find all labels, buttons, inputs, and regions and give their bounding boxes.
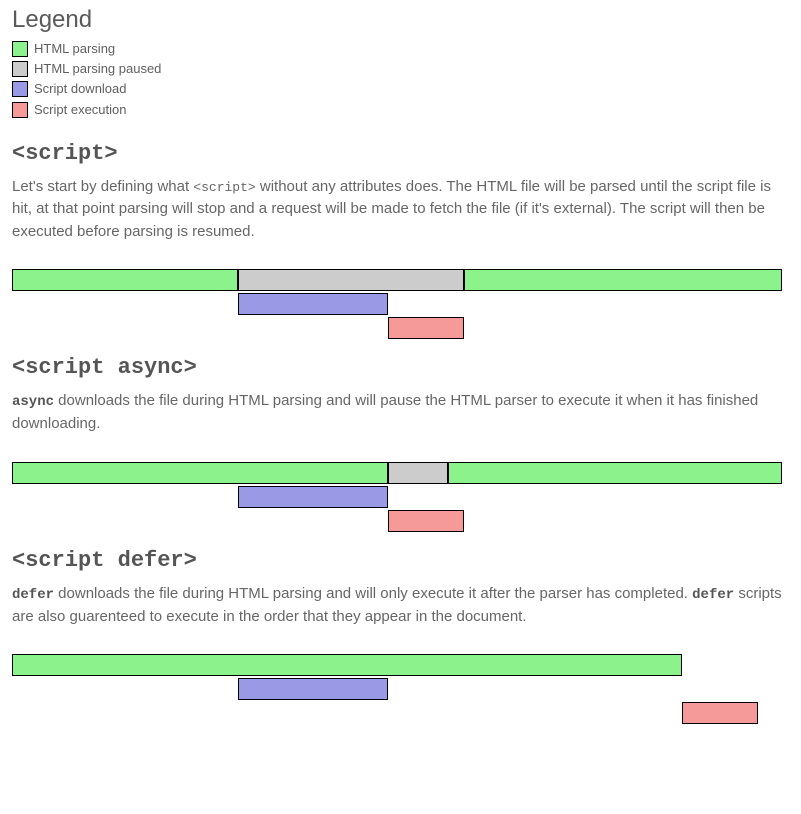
text-segment: downloads the file during HTML parsing a… — [54, 585, 692, 602]
bar-html-parsing-after — [464, 269, 782, 291]
text-segment: Let's start by defining what — [12, 178, 193, 195]
download-swatch — [12, 81, 28, 97]
bar-html-parsing-after — [448, 462, 782, 484]
section-title-plain: <script> — [12, 141, 789, 166]
parsing-swatch — [12, 41, 28, 57]
section-text-async: async downloads the file during HTML par… — [12, 390, 782, 436]
text-segment: defer — [12, 587, 54, 603]
bar-script-execution — [682, 702, 758, 724]
text-segment: <script> — [193, 180, 255, 195]
bar-html-parsing — [12, 654, 682, 676]
bar-html-parsing-before — [12, 462, 388, 484]
paused-swatch — [12, 61, 28, 77]
bar-script-execution — [388, 317, 464, 339]
text-segment: downloads the file during HTML parsing a… — [12, 392, 758, 432]
exec-swatch — [12, 102, 28, 118]
bar-html-parsing-before — [12, 269, 238, 291]
legend-item-label: HTML parsing — [34, 40, 115, 58]
legend-item-label: Script execution — [34, 101, 127, 119]
legend-item: Script execution — [12, 101, 789, 119]
legend-title: Legend — [12, 6, 789, 34]
legend-item-label: Script download — [34, 80, 127, 98]
text-segment: async — [12, 394, 54, 410]
timeline-plain — [12, 269, 782, 341]
bar-html-parsing-paused — [388, 462, 448, 484]
section-title-defer: <script defer> — [12, 548, 789, 573]
section-text-plain: Let's start by defining what <script> wi… — [12, 176, 782, 244]
bar-script-execution — [388, 510, 464, 532]
legend-item: Script download — [12, 80, 789, 98]
text-segment: defer — [692, 587, 734, 603]
timeline-defer — [12, 654, 782, 726]
bar-script-download — [238, 486, 388, 508]
legend-list: HTML parsing HTML parsing paused Script do… — [12, 40, 789, 119]
legend-item: HTML parsing paused — [12, 60, 789, 78]
bar-script-download — [238, 678, 388, 700]
section-title-async: <script async> — [12, 355, 789, 380]
legend-item: HTML parsing — [12, 40, 789, 58]
bar-html-parsing-paused — [238, 269, 464, 291]
bar-script-download — [238, 293, 388, 315]
legend-item-label: HTML parsing paused — [34, 60, 161, 78]
section-text-defer: defer downloads the file during HTML par… — [12, 583, 782, 629]
timeline-async — [12, 462, 782, 534]
